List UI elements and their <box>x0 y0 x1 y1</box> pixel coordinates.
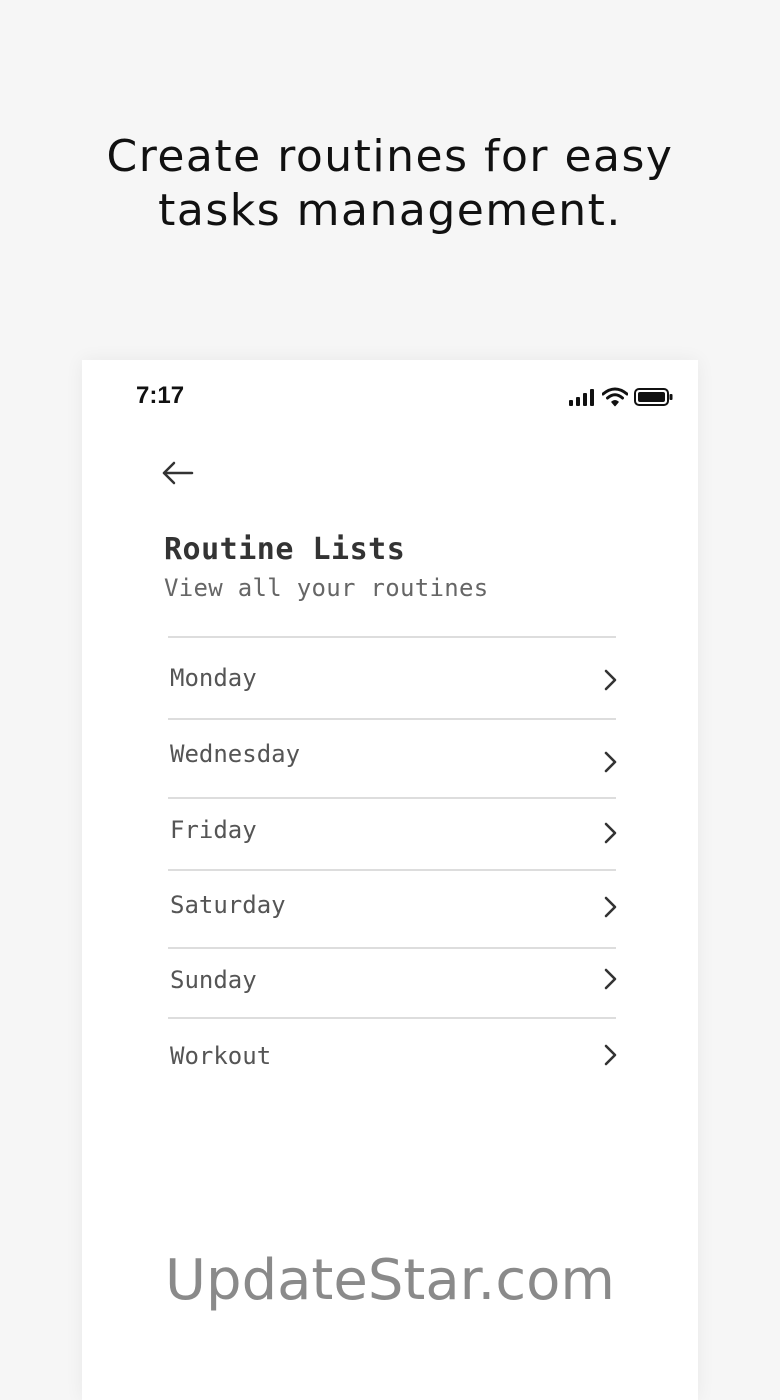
phone-screen: 7:17 Routine Lists View all your routine… <box>82 360 698 1400</box>
routine-item-label: Sunday <box>170 966 257 994</box>
back-button[interactable] <box>158 456 198 490</box>
routine-item-workout[interactable]: Workout <box>168 1017 617 1095</box>
cellular-signal-icon <box>569 389 594 406</box>
chevron-right-icon <box>604 968 617 990</box>
watermark-text: UpdateStar.com <box>165 1248 615 1313</box>
promo-headline-line-1: Create routines for easy <box>106 131 674 182</box>
wifi-icon <box>602 387 628 407</box>
routine-item-monday[interactable]: Monday <box>168 636 617 718</box>
routine-item-label: Friday <box>170 816 257 844</box>
routine-item-label: Monday <box>170 664 257 692</box>
chevron-right-icon <box>604 822 617 844</box>
routine-item-wednesday[interactable]: Wednesday <box>168 718 617 797</box>
page-subtitle: View all your routines <box>164 574 489 602</box>
page-title: Routine Lists <box>164 532 406 567</box>
battery-icon <box>634 388 673 406</box>
status-bar: 7:17 <box>82 360 698 436</box>
arrow-left-icon <box>162 461 194 485</box>
routine-item-sunday[interactable]: Sunday <box>168 947 617 1017</box>
routine-item-label: Wednesday <box>170 740 301 768</box>
routine-item-friday[interactable]: Friday <box>168 797 617 869</box>
status-icons <box>568 386 674 408</box>
chevron-right-icon <box>604 1044 617 1066</box>
status-time: 7:17 <box>136 382 185 409</box>
chevron-right-icon <box>604 751 617 773</box>
routine-item-saturday[interactable]: Saturday <box>168 869 617 947</box>
routine-item-label: Saturday <box>170 891 286 919</box>
chevron-right-icon <box>604 896 617 918</box>
routine-item-label: Workout <box>170 1042 272 1070</box>
chevron-right-icon <box>604 669 617 691</box>
promo-headline-line-2: tasks management. <box>158 185 622 236</box>
promo-headline: Create routines for easy tasks managemen… <box>0 130 780 238</box>
